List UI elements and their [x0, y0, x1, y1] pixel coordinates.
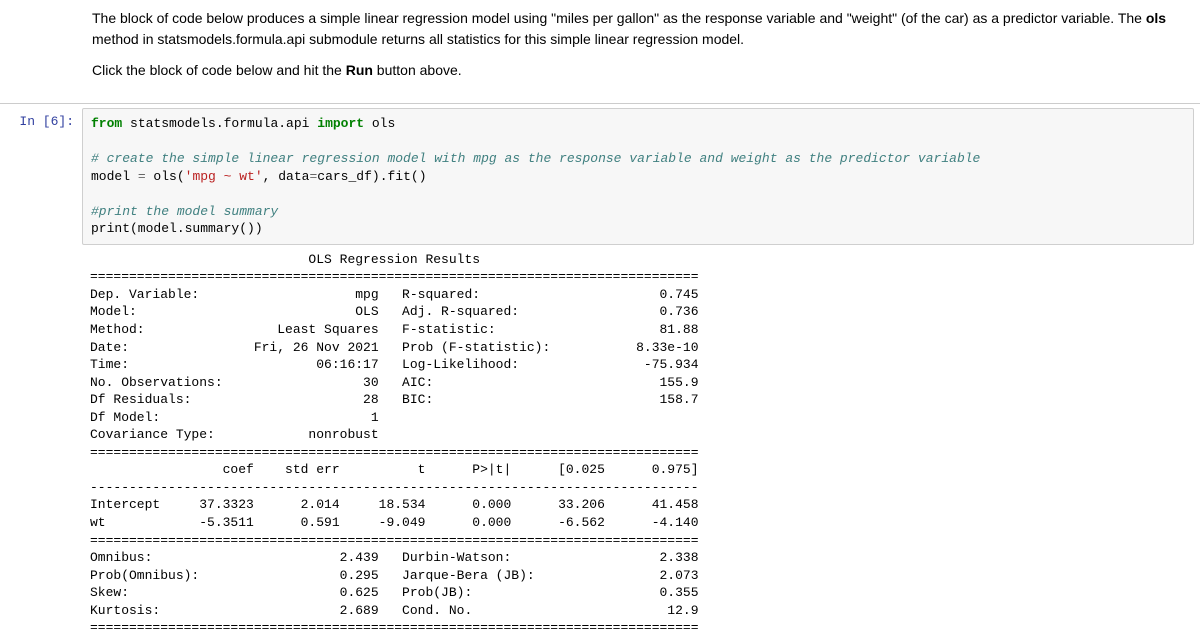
cell-divider	[0, 103, 1200, 104]
code-text: ols	[364, 116, 395, 131]
markdown-paragraph-2: Click the block of code below and hit th…	[92, 60, 1188, 81]
input-prompt: In [6]:	[0, 108, 82, 245]
bold-run: Run	[346, 62, 373, 78]
output-cell: OLS Regression Results =================…	[0, 245, 1200, 643]
code-text: ols(	[146, 169, 185, 184]
output-prompt	[0, 245, 82, 643]
text: method in statsmodels.formula.api submod…	[92, 31, 744, 47]
operator: =	[138, 169, 146, 184]
code-text: print(model.summary())	[91, 221, 263, 236]
code-text: cars_df).fit()	[317, 169, 426, 184]
code-comment: #print the model summary	[91, 204, 278, 219]
output-text: OLS Regression Results =================…	[82, 245, 1194, 643]
code-text: statsmodels.formula.api	[122, 116, 317, 131]
code-string: 'mpg ~ wt'	[185, 169, 263, 184]
code-text: , data	[263, 169, 310, 184]
text: Click the block of code below and hit th…	[92, 62, 346, 78]
keyword-import: import	[317, 116, 364, 131]
code-input-area[interactable]: from statsmodels.formula.api import ols …	[82, 108, 1194, 245]
markdown-cell: The block of code below produces a simpl…	[0, 0, 1200, 103]
code-comment: # create the simple linear regression mo…	[91, 151, 980, 166]
code-text: model	[91, 169, 138, 184]
bold-ols: ols	[1146, 10, 1166, 26]
markdown-paragraph-1: The block of code below produces a simpl…	[92, 8, 1188, 50]
code-cell[interactable]: In [6]: from statsmodels.formula.api imp…	[0, 108, 1200, 245]
text: button above.	[373, 62, 462, 78]
keyword-from: from	[91, 116, 122, 131]
text: The block of code below produces a simpl…	[92, 10, 1146, 26]
